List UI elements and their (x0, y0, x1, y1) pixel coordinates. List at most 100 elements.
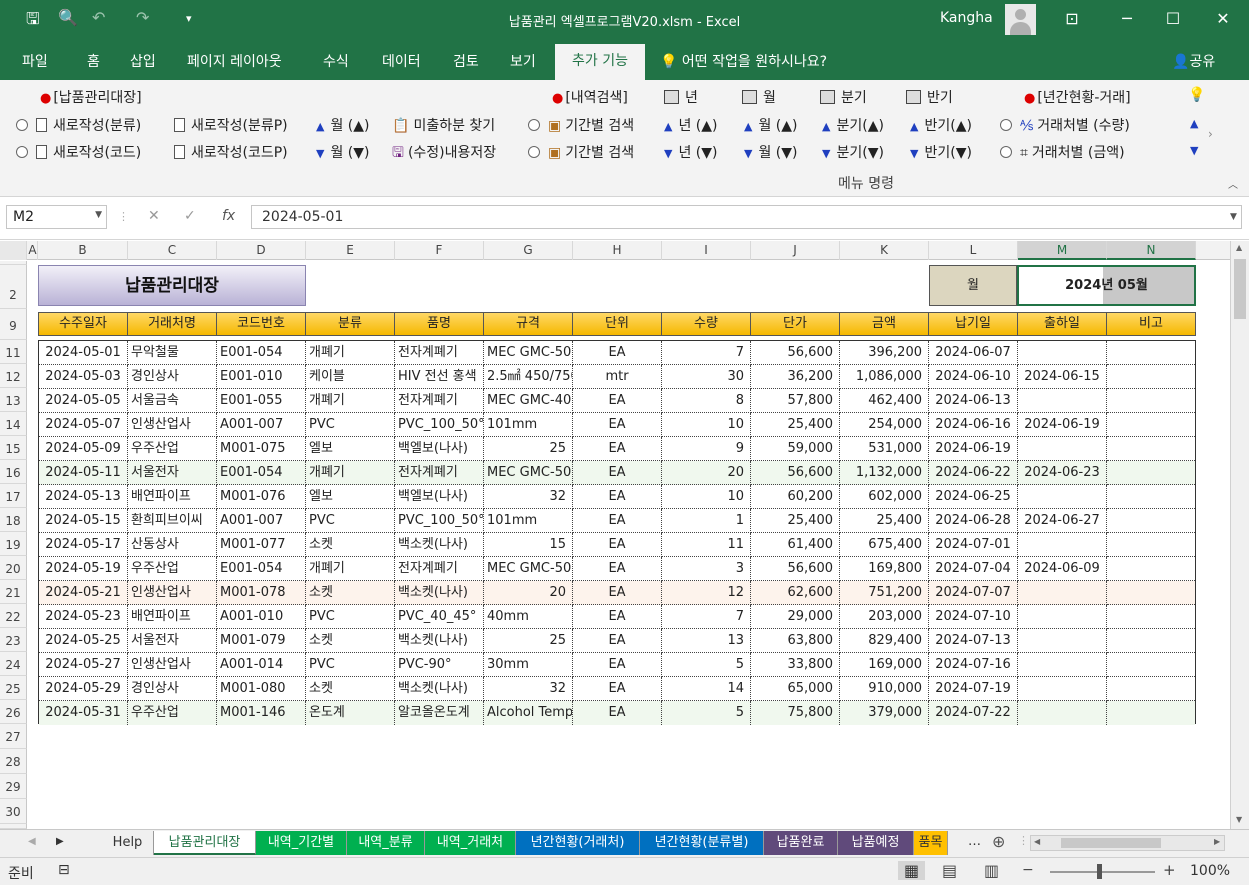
cell-due-date[interactable]: 2024-07-13 (929, 629, 1018, 653)
user-name[interactable]: Kangha (940, 10, 993, 26)
column-header-n[interactable]: N (1107, 241, 1196, 260)
tab-insert[interactable]: 삽입 (130, 51, 156, 71)
cell-due-date[interactable]: 2024-07-10 (929, 605, 1018, 629)
cell-note[interactable] (1107, 701, 1195, 725)
cell-code[interactable]: E001-054 (217, 461, 306, 485)
cell-category[interactable]: PVC (306, 653, 395, 677)
avatar[interactable] (1005, 4, 1036, 35)
cell-client[interactable]: 배연파이프 (128, 605, 217, 629)
vertical-scroll-thumb[interactable] (1234, 259, 1246, 319)
row-header-25[interactable]: 25 (0, 676, 27, 700)
cell-unit[interactable]: EA (573, 557, 662, 581)
cell-client[interactable]: 배연파이프 (128, 485, 217, 509)
confirm-icon[interactable]: ✓ (184, 208, 196, 224)
cell-client[interactable]: 경인상사 (128, 365, 217, 389)
cell-client[interactable]: 우주산업 (128, 557, 217, 581)
cell-code[interactable]: M001-077 (217, 533, 306, 557)
year-up-button[interactable]: ▲ 년 (▲) (664, 115, 718, 135)
select-all-corner[interactable] (0, 241, 27, 260)
cell-amount[interactable]: 602,000 (840, 485, 929, 509)
cell-ship-date[interactable] (1018, 437, 1107, 461)
sheet-tab[interactable]: 납품예정 (838, 831, 914, 855)
month-label-cell[interactable]: 월 (929, 265, 1017, 306)
cell-client[interactable]: 서울전자 (128, 461, 217, 485)
cell-unit-price[interactable]: 65,000 (751, 677, 840, 701)
cell-code[interactable]: M001-079 (217, 629, 306, 653)
ribbon-display-icon[interactable]: ⊡ (1057, 6, 1087, 32)
month-up-button-2[interactable]: ▲ 월 (▲) (744, 115, 798, 135)
cell-due-date[interactable]: 2024-06-10 (929, 365, 1018, 389)
cell-category[interactable]: 소켓 (306, 581, 395, 605)
cell-category[interactable]: 엘보 (306, 485, 395, 509)
cell-amount[interactable]: 203,000 (840, 605, 929, 629)
header-order-date[interactable]: 수주일자 (38, 312, 128, 336)
cell-order-date[interactable]: 2024-05-13 (39, 485, 128, 509)
row-header-19[interactable]: 19 (0, 532, 27, 556)
cell-item[interactable]: PVC_100_50° (395, 509, 484, 533)
header-note[interactable]: 비고 (1106, 312, 1196, 336)
vertical-scrollbar[interactable]: ▲ ▼ (1230, 241, 1249, 829)
cell-unit-price[interactable]: 59,000 (751, 437, 840, 461)
cell-order-date[interactable]: 2024-05-17 (39, 533, 128, 557)
cell-category[interactable]: 소켓 (306, 629, 395, 653)
cell-spec[interactable]: 101mm (484, 509, 573, 533)
cell-order-date[interactable]: 2024-05-15 (39, 509, 128, 533)
horizontal-scrollbar[interactable]: ◀ ▶ (1030, 835, 1225, 851)
cell-client[interactable]: 서울전자 (128, 629, 217, 653)
cell-amount[interactable]: 531,000 (840, 437, 929, 461)
cell-unit-price[interactable]: 57,800 (751, 389, 840, 413)
cell-item[interactable]: 전자계폐기 (395, 341, 484, 365)
cell-unit[interactable]: EA (573, 581, 662, 605)
header-amount[interactable]: 금액 (839, 312, 929, 336)
cell-unit-price[interactable]: 25,400 (751, 509, 840, 533)
more-sheets-icon[interactable]: … (968, 834, 981, 849)
cell-due-date[interactable]: 2024-07-19 (929, 677, 1018, 701)
quarter-button[interactable]: 분기 (820, 87, 867, 107)
cell-amount[interactable]: 396,200 (840, 341, 929, 365)
cell-item[interactable]: 백엘보(나사) (395, 485, 484, 509)
cell-qty[interactable]: 14 (662, 677, 751, 701)
header-due-date[interactable]: 납기일 (928, 312, 1018, 336)
cell-unit-price[interactable]: 36,200 (751, 365, 840, 389)
zoom-out-icon[interactable]: − (1022, 862, 1034, 878)
cell-due-date[interactable]: 2024-06-22 (929, 461, 1018, 485)
header-category[interactable]: 분류 (305, 312, 395, 336)
tell-me-box[interactable]: 💡 어떤 작업을 원하시나요? (660, 51, 827, 71)
cell-unit-price[interactable]: 61,400 (751, 533, 840, 557)
cell-note[interactable] (1107, 581, 1195, 605)
cell-client[interactable]: 인생산업사 (128, 653, 217, 677)
cell-note[interactable] (1107, 557, 1195, 581)
cell-amount[interactable]: 675,400 (840, 533, 929, 557)
chevron-down-icon[interactable]: ▼ (95, 210, 102, 220)
row-header-14[interactable]: 14 (0, 412, 27, 436)
cell-qty[interactable]: 10 (662, 413, 751, 437)
cell-code[interactable]: A001-010 (217, 605, 306, 629)
year-button[interactable]: 년 (664, 87, 698, 107)
cell-due-date[interactable]: 2024-06-19 (929, 437, 1018, 461)
cell-spec[interactable]: 32 (484, 485, 573, 509)
row-header-27[interactable]: 27 (0, 724, 27, 749)
cell-ship-date[interactable]: 2024-06-15 (1018, 365, 1107, 389)
new-class-p-button[interactable]: 새로작성(분류P) (174, 115, 288, 135)
by-client-amt-button[interactable]: ⌗ 거래처별 (금액) (1000, 142, 1125, 162)
row-header-26[interactable]: 26 (0, 700, 27, 724)
cell-qty[interactable]: 7 (662, 605, 751, 629)
cell-category[interactable]: 개폐기 (306, 557, 395, 581)
cell-qty[interactable]: 5 (662, 653, 751, 677)
cell-item[interactable]: 백엘보(나사) (395, 437, 484, 461)
cell-unit-price[interactable]: 60,200 (751, 485, 840, 509)
cell-note[interactable] (1107, 485, 1195, 509)
cell-code[interactable]: M001-080 (217, 677, 306, 701)
row-header-16[interactable]: 16 (0, 460, 27, 484)
page-break-icon[interactable]: ▥ (984, 861, 999, 880)
cell-code[interactable]: E001-010 (217, 365, 306, 389)
cell-code[interactable]: M001-075 (217, 437, 306, 461)
header-client[interactable]: 거래처명 (127, 312, 217, 336)
ribbon-scroll-right-icon[interactable]: › (1208, 127, 1213, 141)
cell-client[interactable]: 인생산업사 (128, 413, 217, 437)
row-header-9[interactable]: 9 (0, 309, 27, 340)
cell-qty[interactable]: 7 (662, 341, 751, 365)
cell-code[interactable]: E001-054 (217, 341, 306, 365)
column-header-e[interactable]: E (306, 241, 395, 260)
tab-review[interactable]: 검토 (453, 51, 479, 71)
